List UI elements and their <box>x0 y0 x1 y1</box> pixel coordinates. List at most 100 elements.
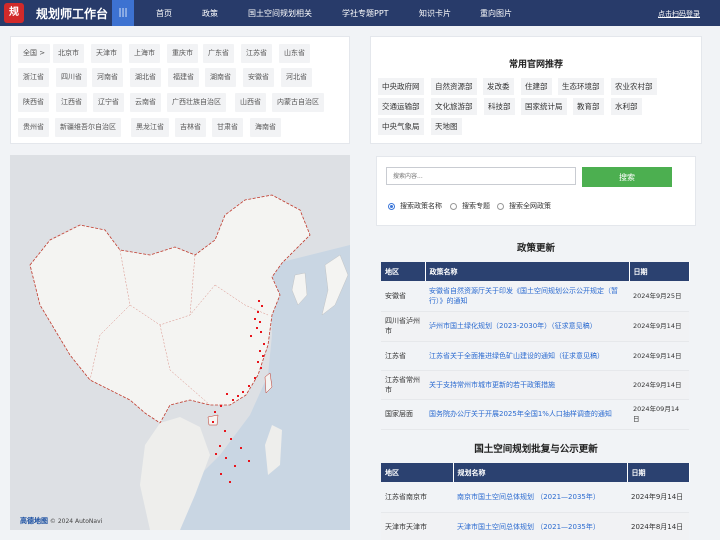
column-header: 规划名称 <box>453 463 628 482</box>
region-item[interactable]: 北京市 <box>53 44 84 63</box>
region-item[interactable]: 安徽省 <box>243 68 274 87</box>
table-row: 江苏省南京市 南京市国土空间总体规划 （2021—2035年） 2024年9月1… <box>381 482 689 513</box>
region-item[interactable]: 陕西省 <box>18 93 49 112</box>
map-provider[interactable]: 高德地图 <box>20 517 48 525</box>
site-link[interactable]: 农业农村部 <box>611 78 657 95</box>
nav-spatial-planning[interactable]: 国土空间规划相关 <box>248 8 312 19</box>
region-item[interactable]: 吉林省 <box>175 118 206 137</box>
search-option-topic[interactable]: 搜索专题 <box>450 201 490 211</box>
search-input[interactable] <box>386 167 576 185</box>
policy-map[interactable]: 高德地图 © 2024 AutoNavi <box>10 155 350 530</box>
region-item[interactable]: 浙江省 <box>18 68 49 87</box>
region-item[interactable]: 湖南省 <box>205 68 236 87</box>
region-item[interactable]: 河北省 <box>281 68 312 87</box>
date-cell: 2024年09月14日 <box>629 399 689 430</box>
site-link[interactable]: 教育部 <box>573 98 604 115</box>
plan-link[interactable]: 天津市国土空间总体规划 （2021—2035年） <box>453 512 627 540</box>
region-item[interactable]: 广东省 <box>203 44 234 63</box>
app-logo-icon[interactable]: 规 <box>4 3 24 23</box>
site-link[interactable]: 发改委 <box>483 78 514 95</box>
map-canvas[interactable] <box>10 155 350 530</box>
map-credit: 高德地图 © 2024 AutoNavi <box>20 516 102 526</box>
official-sites-title: 常用官网推荐 <box>508 60 563 70</box>
region-item[interactable]: 贵州省 <box>18 118 49 137</box>
search-option-policy-name[interactable]: 搜索政策名称 <box>388 201 442 211</box>
region-item[interactable]: 江西省 <box>56 93 87 112</box>
date-cell: 2024年9月25日 <box>629 281 689 312</box>
nav-ppt-topics[interactable]: 学社专题PPT <box>342 8 389 19</box>
table-row: 四川省泸州市 泸州市国土绿化规划（2023-2030年）（征求意见稿） 2024… <box>381 311 689 342</box>
site-link[interactable]: 文化旅游部 <box>431 98 477 115</box>
region-item[interactable]: 四川省 <box>56 68 87 87</box>
radio-selected-icon[interactable] <box>388 202 395 210</box>
site-link[interactable]: 中央政府网 <box>378 78 424 95</box>
date-cell: 2024年8月14日 <box>627 512 689 540</box>
menu-toggle-icon[interactable]: ||| <box>112 0 134 26</box>
region-item[interactable]: 黑龙江省 <box>131 118 169 137</box>
policy-updates-title: 政策更新 <box>516 243 555 254</box>
region-item[interactable]: 山东省 <box>279 44 310 63</box>
search-option-all-web[interactable]: 搜索全网政策 <box>497 201 551 211</box>
site-link[interactable]: 住建部 <box>521 78 552 95</box>
nav-home[interactable]: 首页 <box>156 8 172 19</box>
site-link[interactable]: 科技部 <box>484 98 515 115</box>
plan-link[interactable]: 南京市国土空间总体规划 （2021—2035年） <box>453 482 627 513</box>
column-header: 政策名称 <box>425 262 630 281</box>
region-item[interactable]: 天津市 <box>91 44 122 63</box>
region-item[interactable]: 甘肃省 <box>212 118 243 137</box>
table-row: 天津市天津市 天津市国土空间总体规划 （2021—2035年） 2024年8月1… <box>381 512 689 540</box>
region-cell: 江苏省常州市 <box>381 370 425 400</box>
app-title[interactable]: 规划师工作台 <box>36 5 108 22</box>
site-link[interactable]: 自然资源部 <box>431 78 477 95</box>
region-item[interactable]: 河南省 <box>92 68 123 87</box>
site-link[interactable]: 交通运输部 <box>378 98 424 115</box>
nav-knowledge-cards[interactable]: 知识卡片 <box>419 8 451 19</box>
date-cell: 2024年9月14日 <box>629 370 689 400</box>
policy-link[interactable]: 泸州市国土绿化规划（2023-2030年）（征求意见稿） <box>425 311 629 342</box>
policy-link[interactable]: 江苏省关于全面推进绿色矿山建设的通知（征求意见稿） <box>425 341 629 371</box>
region-item[interactable]: 广西壮族自治区 <box>167 93 226 112</box>
region-item[interactable]: 新疆维吾尔自治区 <box>55 118 121 137</box>
table-header-row: 地区 规划名称 日期 <box>381 463 690 482</box>
site-link[interactable]: 生态环境部 <box>558 78 604 95</box>
radio-icon[interactable] <box>497 202 504 210</box>
region-item[interactable]: 江苏省 <box>241 44 272 63</box>
date-cell: 2024年9月14日 <box>629 311 689 342</box>
nav-policy[interactable]: 政策 <box>202 8 218 19</box>
site-link[interactable]: 中央气象局 <box>378 118 424 135</box>
column-header: 地区 <box>381 262 426 281</box>
region-cell: 江苏省 <box>381 341 425 371</box>
region-item[interactable]: 内蒙古自治区 <box>272 93 324 112</box>
plan-updates-table: 地区 规划名称 日期 江苏省南京市 南京市国土空间总体规划 （2021—2035… <box>381 463 690 540</box>
site-link[interactable]: 水利部 <box>611 98 642 115</box>
region-item[interactable]: 海南省 <box>250 118 281 137</box>
radio-label: 搜索政策名称 <box>400 202 442 210</box>
region-item[interactable]: 云南省 <box>130 93 161 112</box>
region-item[interactable]: 福建省 <box>168 68 199 87</box>
region-item[interactable]: 山西省 <box>235 93 266 112</box>
login-link[interactable]: 点击扫码登录 <box>658 9 700 19</box>
radio-label: 搜索全网政策 <box>509 202 551 210</box>
region-all[interactable]: 全国 > <box>18 44 51 63</box>
region-item[interactable]: 重庆市 <box>167 44 198 63</box>
region-item[interactable]: 湖北省 <box>130 68 161 87</box>
site-link[interactable]: 天地图 <box>431 118 462 135</box>
date-cell: 2024年9月14日 <box>629 341 689 371</box>
top-navbar: 规 规划师工作台 ||| 首页 政策 国土空间规划相关 学社专题PPT 知识卡片… <box>0 0 720 26</box>
region-item[interactable]: 辽宁省 <box>93 93 124 112</box>
policy-link[interactable]: 国务院办公厅关于开展2025年全国1%人口抽样调查的通知 <box>425 399 629 430</box>
table-row: 安徽省 安徽省自然资源厅关于印发《国土空间规划公示公开规定（暂行）》的通知 20… <box>381 281 689 312</box>
column-header: 日期 <box>629 262 690 281</box>
region-item[interactable]: 上海市 <box>129 44 160 63</box>
column-header: 地区 <box>381 463 454 482</box>
nav-images[interactable]: 重向图片 <box>480 8 512 19</box>
search-button[interactable]: 搜索 <box>582 167 672 187</box>
site-link[interactable]: 国家统计局 <box>521 98 567 115</box>
policy-link[interactable]: 关于支持常州市城市更新的若干政策措施 <box>425 370 629 400</box>
region-cell: 天津市天津市 <box>381 512 453 540</box>
map-copyright: © 2024 AutoNavi <box>49 518 103 525</box>
radio-icon[interactable] <box>450 202 457 210</box>
table-row: 江苏省常州市 关于支持常州市城市更新的若干政策措施 2024年9月14日 <box>381 370 689 400</box>
policy-link[interactable]: 安徽省自然资源厅关于印发《国土空间规划公示公开规定（暂行）》的通知 <box>425 281 629 312</box>
policy-updates-table: 地区 政策名称 日期 安徽省 安徽省自然资源厅关于印发《国土空间规划公示公开规定… <box>381 262 690 430</box>
